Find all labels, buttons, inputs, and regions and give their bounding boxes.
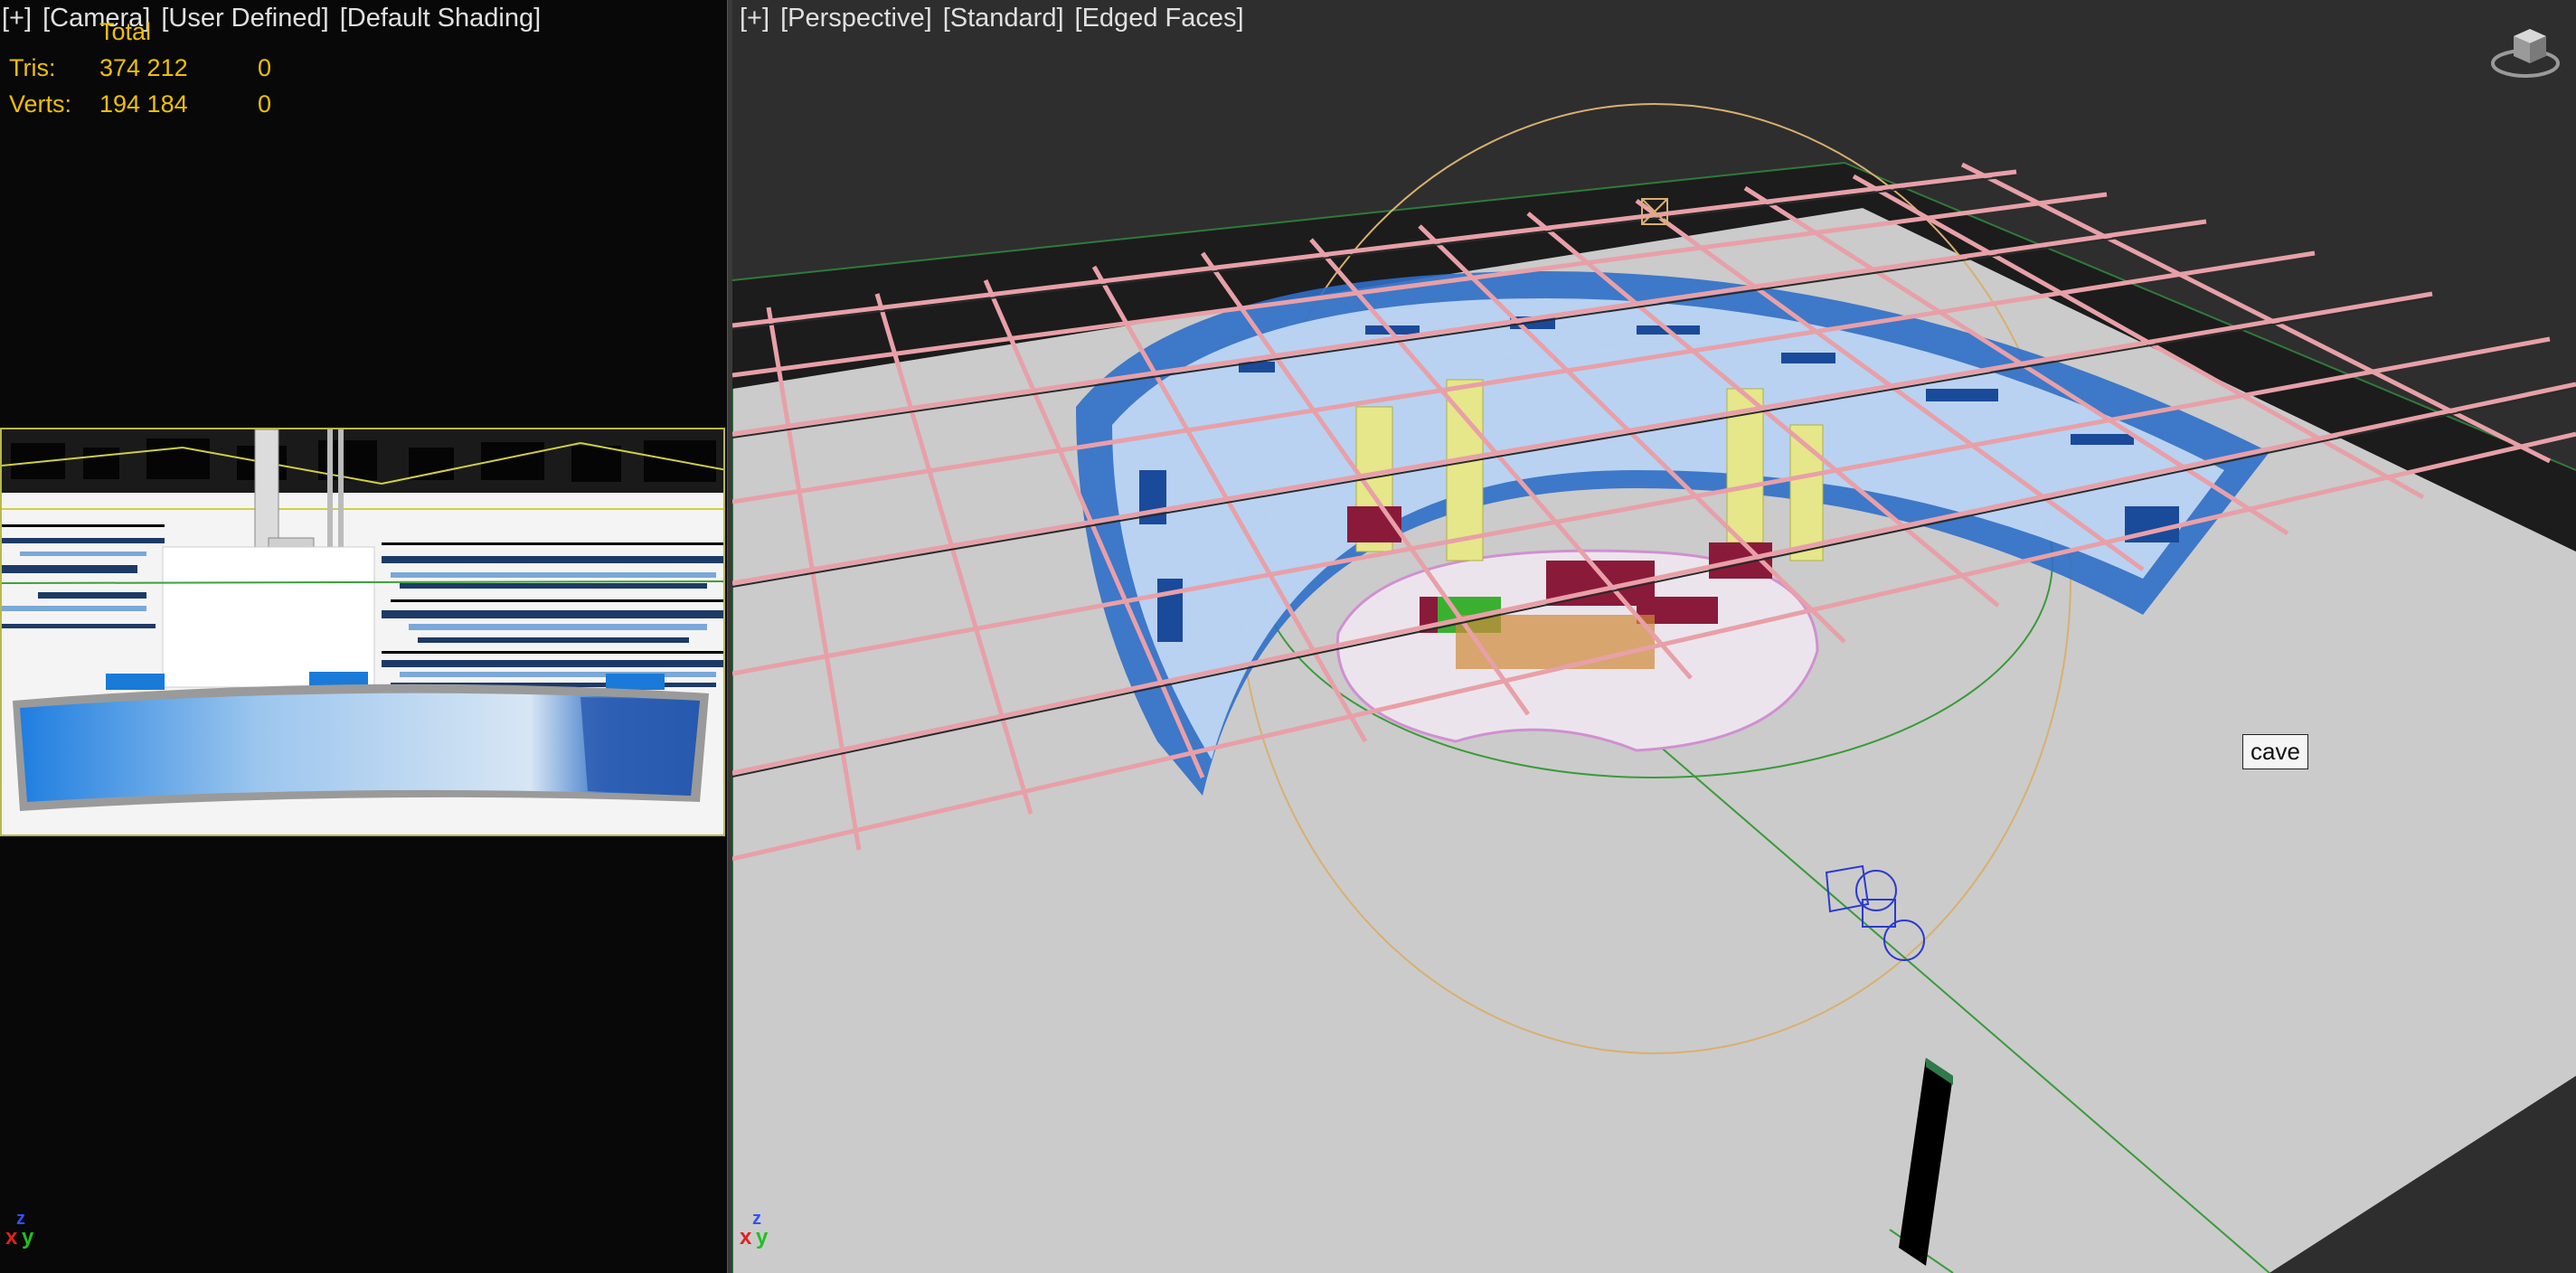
viewport-user-defined-menu[interactable]: [User Defined] bbox=[161, 4, 328, 33]
viewport-standard-menu[interactable]: [Standard] bbox=[943, 4, 1064, 33]
stats-total-value: 374 212 bbox=[99, 54, 188, 81]
stats-label: Verts: bbox=[9, 90, 72, 118]
perspective-viewport[interactable]: [+] [Perspective] [Standard] [Edged Faces] … bbox=[732, 0, 2576, 1273]
camera-safe-frame bbox=[0, 428, 725, 836]
object-name-tooltip: cave bbox=[2242, 734, 2308, 769]
perspective-viewport-label: [+] [Perspective] [Standard] [Edged Faces] bbox=[740, 4, 1255, 33]
camera-viewport[interactable]: [+] [Camera] [User Defined] [Default Shadin… bbox=[0, 0, 727, 1273]
viewport-plus-menu[interactable]: [+] bbox=[740, 4, 769, 33]
axis-x-label: x bbox=[5, 1225, 18, 1249]
viewport-plus-menu[interactable]: [+] bbox=[2, 4, 32, 33]
axis-y-label: y bbox=[22, 1225, 34, 1249]
stats-total-header: Total bbox=[99, 18, 152, 45]
camera-viewport-label: [+] [Camera] [User Defined] [Default Shadin… bbox=[2, 4, 552, 33]
stats-label: Tris: bbox=[9, 54, 56, 81]
axis-x-label: x bbox=[740, 1225, 752, 1249]
viewcube-icon[interactable] bbox=[2486, 20, 2564, 83]
stats-total-value: 194 184 bbox=[99, 90, 188, 118]
viewport-edged-faces-menu[interactable]: [Edged Faces] bbox=[1075, 4, 1244, 33]
camera-render bbox=[2, 429, 723, 835]
axis-y-label: y bbox=[756, 1225, 769, 1249]
perspective-scene bbox=[732, 103, 2576, 1273]
stats-selected-value: 0 bbox=[258, 54, 272, 81]
stats-selected-value: 0 bbox=[258, 90, 272, 118]
viewport-shading-menu[interactable]: [Default Shading] bbox=[340, 4, 541, 33]
viewport-perspective-menu[interactable]: [Perspective] bbox=[780, 4, 932, 33]
